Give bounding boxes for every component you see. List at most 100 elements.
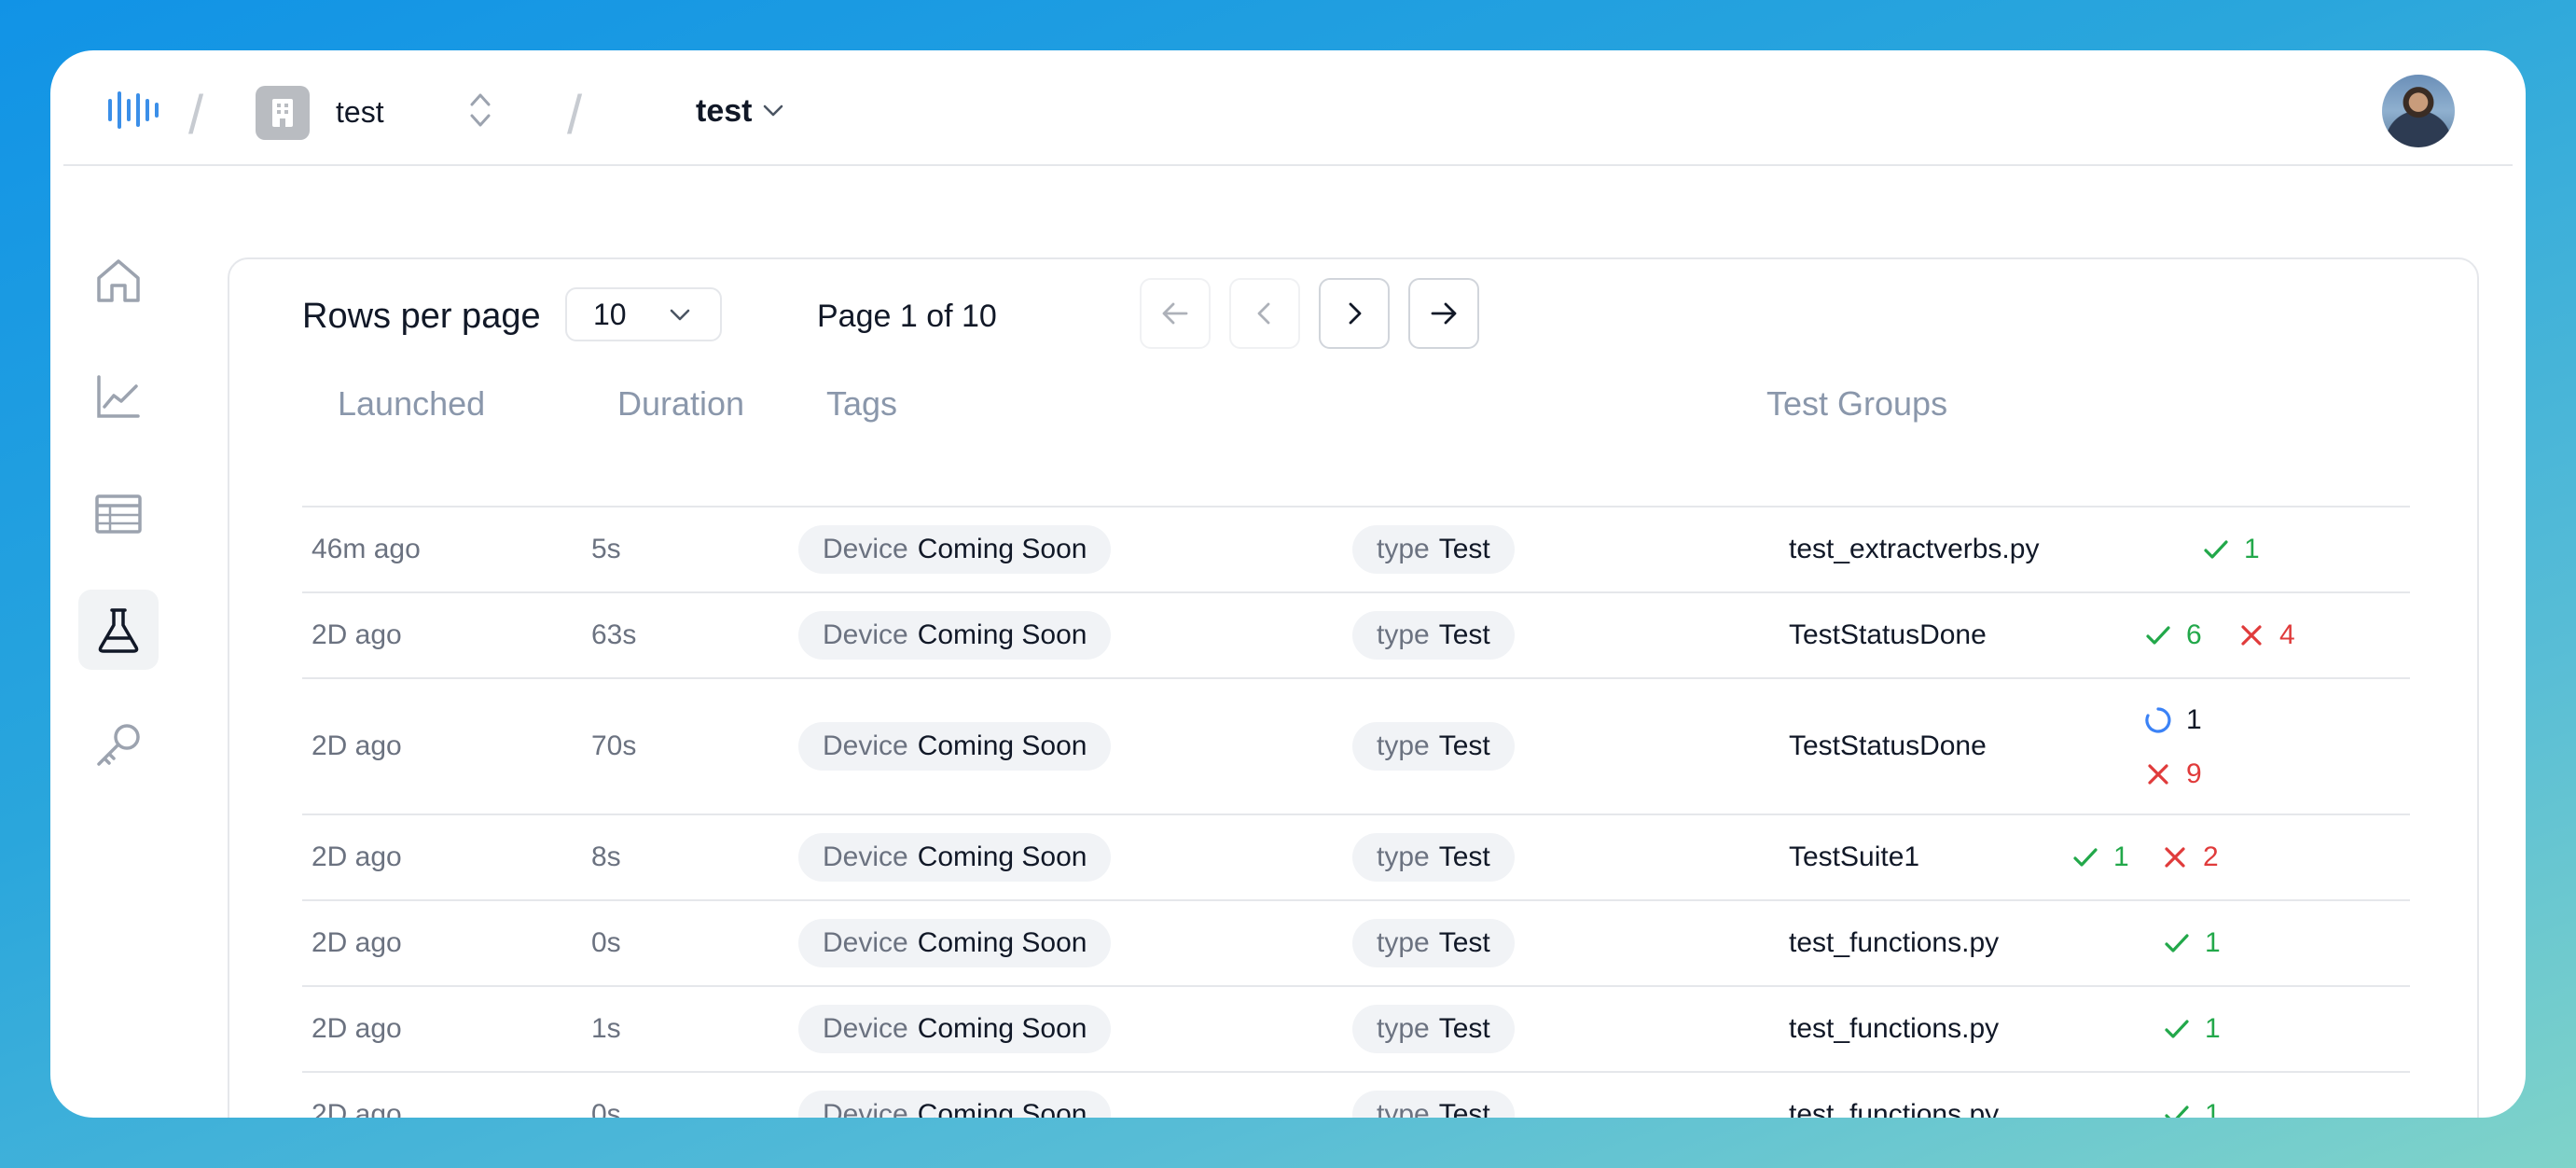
project-name[interactable]: test	[696, 93, 752, 130]
launched-cell: 2D ago	[312, 730, 402, 761]
duration-cell: 5s	[591, 534, 621, 564]
check-icon	[2204, 540, 2228, 559]
device-tag[interactable]: Device Coming Soon	[798, 833, 1112, 882]
table-row[interactable]: 2D ago 0s Device Coming Soon type Test tes…	[302, 901, 2410, 987]
test-runs-card: Rows per page 10 Page 1 of 10 Launched D…	[228, 257, 2479, 1118]
launched-cell: 2D ago	[312, 1099, 402, 1118]
tag-value: Coming Soon	[917, 1099, 1087, 1118]
test-group-name[interactable]: TestSuite1	[1789, 841, 1919, 873]
next-page-button[interactable]	[1319, 278, 1390, 349]
tag-key: Device	[823, 534, 908, 564]
last-page-button[interactable]	[1408, 278, 1479, 349]
tag-value: Test	[1438, 1099, 1490, 1118]
tag-value: Test	[1438, 927, 1490, 958]
check-icon	[2146, 626, 2170, 645]
device-tag[interactable]: Device Coming Soon	[798, 919, 1112, 967]
device-tag[interactable]: Device Coming Soon	[798, 722, 1112, 771]
test-group-name[interactable]: TestStatusDone	[1789, 619, 1987, 651]
flask-icon	[98, 608, 139, 653]
sidebar-item-keys[interactable]	[78, 705, 159, 786]
tag-value: Coming Soon	[917, 619, 1087, 650]
type-tag[interactable]: type Test	[1352, 1005, 1515, 1053]
test-group-name[interactable]: test_functions.py	[1789, 1099, 1999, 1118]
user-avatar[interactable]	[2382, 75, 2455, 147]
tag-key: type	[1377, 1013, 1430, 1044]
breadcrumb-separator: /	[567, 85, 583, 146]
tag-value: Coming Soon	[917, 534, 1087, 564]
tag-key: type	[1377, 730, 1430, 761]
column-header-launched[interactable]: Launched	[338, 384, 485, 424]
x-icon	[2165, 847, 2185, 868]
type-tag[interactable]: type Test	[1352, 1091, 1515, 1118]
passed-count: 6	[2143, 619, 2202, 651]
column-header-tags[interactable]: Tags	[826, 384, 897, 424]
tag-value: Test	[1438, 730, 1490, 761]
chevron-right-icon	[1349, 302, 1362, 325]
tag-value: Test	[1438, 619, 1490, 650]
sidebar-item-analytics[interactable]	[78, 356, 159, 437]
test-group-name[interactable]: TestStatusDone	[1789, 730, 1987, 762]
spinner-icon	[2145, 707, 2171, 733]
arrow-left-icon	[1162, 302, 1188, 325]
device-tag[interactable]: Device Coming Soon	[798, 525, 1112, 574]
duration-cell: 70s	[591, 730, 637, 761]
type-tag[interactable]: type Test	[1352, 833, 1515, 882]
duration-cell: 63s	[591, 619, 637, 650]
table-row[interactable]: 2D ago 70s Device Coming Soon type Test Te…	[302, 679, 2410, 815]
tag-value: Coming Soon	[917, 730, 1087, 761]
x-icon	[2148, 764, 2168, 785]
type-tag[interactable]: type Test	[1352, 525, 1515, 574]
table-row[interactable]: 2D ago 0s Device Coming Soon type Test tes…	[302, 1073, 2410, 1118]
failed-count: 2	[2160, 841, 2219, 873]
tag-value: Test	[1438, 1013, 1490, 1044]
duration-cell: 0s	[591, 1099, 621, 1118]
tag-key: type	[1377, 841, 1430, 872]
sidebar-item-tables[interactable]	[78, 474, 159, 554]
chevron-up-down-icon[interactable]	[466, 88, 494, 132]
failed-count: 4	[2237, 619, 2295, 651]
logo-icon[interactable]	[106, 90, 162, 131]
test-group-name[interactable]: test_extractverbs.py	[1789, 534, 2039, 565]
org-avatar[interactable]	[256, 86, 310, 140]
device-tag[interactable]: Device Coming Soon	[798, 611, 1112, 660]
page-indicator: Page 1 of 10	[817, 299, 997, 334]
tag-key: Device	[823, 730, 908, 761]
org-name[interactable]: test	[336, 95, 384, 130]
column-header-test-groups[interactable]: Test Groups	[1766, 384, 1947, 424]
key-icon	[97, 724, 140, 766]
home-icon	[97, 259, 140, 302]
tag-key: type	[1377, 927, 1430, 958]
rows-per-page-select[interactable]: 10	[565, 287, 722, 341]
test-runs-table-body: 46m ago 5s Device Coming Soon type Test te…	[302, 508, 2410, 1118]
column-header-duration[interactable]: Duration	[617, 384, 744, 424]
table-row[interactable]: 2D ago 63s Device Coming Soon type Test Te…	[302, 593, 2410, 679]
test-group-name[interactable]: test_functions.py	[1789, 927, 1999, 959]
tag-value: Coming Soon	[917, 841, 1087, 872]
chevron-down-icon[interactable]	[761, 101, 785, 119]
top-bar: / test / test	[63, 50, 2513, 166]
table-row[interactable]: 2D ago 8s Device Coming Soon type Test Tes…	[302, 815, 2410, 901]
type-tag[interactable]: type Test	[1352, 722, 1515, 771]
chevron-left-icon	[1257, 302, 1270, 325]
first-page-button[interactable]	[1140, 278, 1211, 349]
passed-count: 1	[2070, 841, 2129, 873]
table-row[interactable]: 2D ago 1s Device Coming Soon type Test tes…	[302, 987, 2410, 1073]
sidebar-item-tests[interactable]	[78, 590, 159, 670]
passed-count: 1	[2162, 1099, 2221, 1118]
device-tag[interactable]: Device Coming Soon	[798, 1005, 1112, 1053]
duration-cell: 1s	[591, 1013, 621, 1044]
sidebar-item-home[interactable]	[78, 241, 159, 321]
type-tag[interactable]: type Test	[1352, 919, 1515, 967]
tag-value: Test	[1438, 534, 1490, 564]
test-group-name[interactable]: test_functions.py	[1789, 1013, 1999, 1045]
tag-value: Coming Soon	[917, 1013, 1087, 1044]
rows-per-page-label: Rows per page	[302, 297, 541, 336]
device-tag[interactable]: Device Coming Soon	[798, 1091, 1112, 1118]
check-icon	[2165, 1020, 2189, 1038]
previous-page-button[interactable]	[1229, 278, 1300, 349]
passed-count: 1	[2162, 927, 2221, 959]
type-tag[interactable]: type Test	[1352, 611, 1515, 660]
table-row[interactable]: 46m ago 5s Device Coming Soon type Test te…	[302, 508, 2410, 593]
failed-count: 9	[2143, 758, 2202, 790]
check-icon	[2165, 1105, 2189, 1118]
